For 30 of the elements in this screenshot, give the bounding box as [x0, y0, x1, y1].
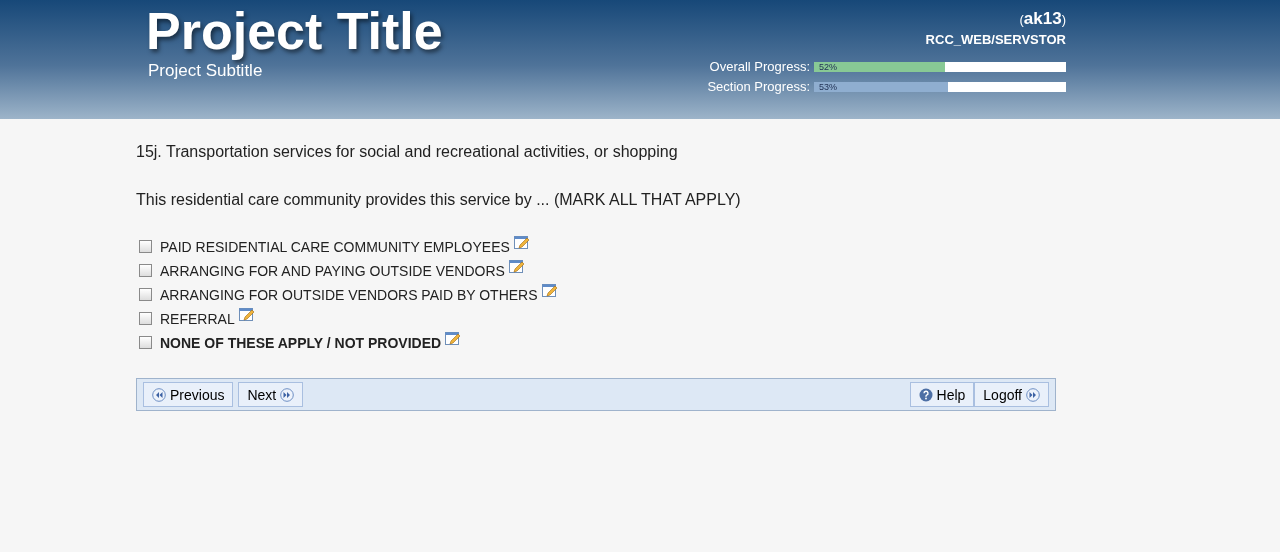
checkbox[interactable] [139, 336, 152, 349]
user-id: (ak13) [1019, 9, 1066, 29]
next-button[interactable]: Next [238, 382, 304, 407]
help-button[interactable]: Help [909, 382, 975, 407]
option-label[interactable]: ARRANGING FOR AND PAYING OUTSIDE VENDORS [160, 262, 505, 279]
note-edit-icon[interactable] [445, 332, 463, 347]
server-name: RCC_WEB/SERVSTOR [925, 32, 1066, 47]
question-title: 15j. Transportation services for social and recreational activities, or shopping [136, 143, 679, 161]
help-icon [918, 387, 933, 402]
project-subtitle: Project Subtitle [148, 61, 264, 81]
note-edit-icon[interactable] [541, 284, 559, 299]
note-edit-icon[interactable] [508, 260, 526, 275]
project-title: Project Title [146, 2, 443, 60]
next-button[interactable]: Logoff [974, 382, 1049, 407]
progress-reading: 52% [819, 61, 837, 72]
progress-reading: 53% [819, 81, 837, 92]
checkbox[interactable] [139, 264, 152, 277]
option-label[interactable]: PAID RESIDENTIAL CARE COMMUNITY EMPLOYEES [160, 238, 510, 255]
option-label[interactable]: NONE OF THESE APPLY / NOT PROVIDED [160, 334, 442, 351]
note-edit-icon[interactable] [238, 308, 256, 323]
checkbox[interactable] [139, 288, 152, 301]
progress-label: Section Progress: [707, 79, 810, 94]
note-edit-icon[interactable] [513, 236, 531, 251]
checkbox[interactable] [139, 240, 152, 253]
checkbox[interactable] [139, 312, 152, 325]
question-prompt: This residential care community provides this service by ... (MARK ALL THAT APPLY) [136, 191, 742, 209]
previous-button[interactable]: Previous [143, 382, 234, 407]
option-label[interactable]: REFERRAL [160, 310, 235, 327]
progress-label: Overall Progress: [709, 59, 810, 74]
option-label[interactable]: ARRANGING FOR OUTSIDE VENDORS PAID BY OTHERS [160, 286, 538, 303]
